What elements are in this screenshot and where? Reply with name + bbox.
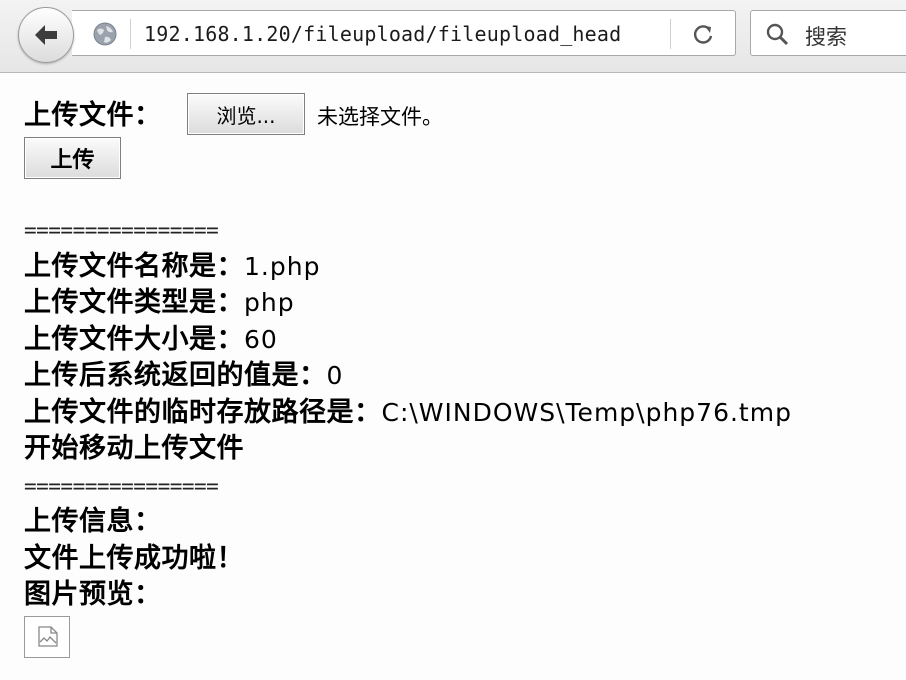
browse-button[interactable]: 浏览... bbox=[187, 93, 305, 135]
size-label: 上传文件大小是： bbox=[24, 323, 244, 355]
preview-label: 图片预览： bbox=[24, 579, 162, 610]
temp-label: 上传文件的临时存放路径是： bbox=[24, 396, 382, 428]
url-divider bbox=[130, 19, 131, 49]
broken-image-icon bbox=[38, 626, 58, 647]
result-return-line: 上传后系统返回的值是：0 bbox=[24, 358, 792, 395]
back-arrow-icon bbox=[35, 25, 57, 45]
file-label: 上传文件： bbox=[24, 100, 162, 131]
separator-top: ================ bbox=[24, 218, 219, 242]
url-text[interactable]: 192.168.1.20/fileupload/fileupload_head bbox=[144, 22, 621, 46]
temp-path-value: C:\WINDOWS\Temp\php76.tmp bbox=[381, 397, 792, 427]
type-value: php bbox=[244, 288, 295, 317]
address-bar[interactable]: 192.168.1.20/fileupload/fileupload_head bbox=[72, 10, 736, 56]
upload-form: 上传文件： 浏览... 未选择文件。 上传 bbox=[24, 90, 894, 179]
result-size-line: 上传文件大小是：60 bbox=[24, 322, 792, 359]
upload-result: ================ 上传文件名称是：1.php 上传文件类型是：p… bbox=[24, 212, 792, 614]
upload-submit-button[interactable]: 上传 bbox=[24, 137, 121, 179]
moving-text: 开始移动上传文件 bbox=[24, 433, 244, 464]
success-text: 文件上传成功啦！ bbox=[24, 542, 244, 574]
search-box[interactable]: 搜索 bbox=[750, 10, 906, 56]
type-label: 上传文件类型是： bbox=[24, 287, 244, 318]
result-name-line: 上传文件名称是：1.php bbox=[24, 249, 792, 286]
browser-toolbar: 192.168.1.20/fileupload/fileupload_head … bbox=[0, 0, 906, 73]
no-file-text: 未选择文件。 bbox=[317, 105, 443, 129]
search-icon bbox=[765, 22, 789, 50]
return-label: 上传后系统返回的值是： bbox=[24, 360, 327, 391]
reload-icon[interactable] bbox=[692, 23, 714, 49]
globe-icon bbox=[92, 21, 118, 51]
reload-divider bbox=[670, 19, 671, 49]
name-label: 上传文件名称是： bbox=[24, 250, 244, 282]
search-placeholder: 搜索 bbox=[805, 25, 847, 49]
name-value: 1.php bbox=[244, 251, 321, 281]
return-value: 0 bbox=[326, 361, 344, 390]
image-preview bbox=[24, 616, 70, 658]
size-value: 60 bbox=[244, 324, 278, 354]
page-content: 上传文件： 浏览... 未选择文件。 上传 ================ 上… bbox=[24, 90, 894, 658]
back-button[interactable] bbox=[18, 7, 74, 63]
result-type-line: 上传文件类型是：php bbox=[24, 285, 792, 322]
separator-bottom: ================ bbox=[24, 473, 219, 498]
result-temp-line: 上传文件的临时存放路径是：C:\WINDOWS\Temp\php76.tmp bbox=[24, 395, 792, 432]
upload-info-label: 上传信息： bbox=[24, 506, 162, 537]
